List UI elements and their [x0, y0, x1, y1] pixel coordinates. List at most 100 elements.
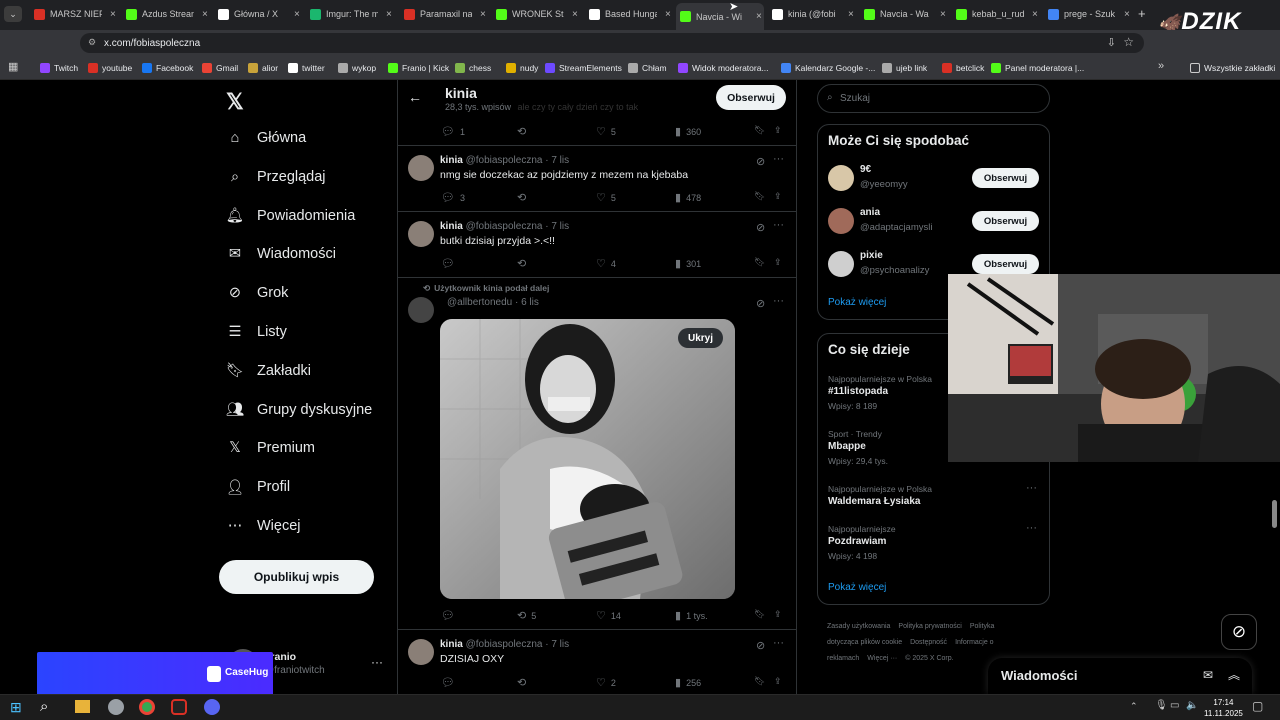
sidebar-item-powiadomienia[interactable]: 🔔︎ Powiadomienia — [226, 203, 356, 229]
browser-tab[interactable]: Azdus Stream × — [122, 4, 210, 24]
windows-start-icon[interactable]: ⊞ — [10, 699, 22, 716]
bookmark-item[interactable]: ujeb link — [882, 61, 927, 75]
sidebar-item-profil[interactable]: 👤︎ Profil — [226, 474, 290, 500]
share-icon[interactable]: ⇪ — [774, 257, 782, 268]
browser-tab[interactable]: kebab_u_rud × — [952, 4, 1040, 24]
back-arrow-icon[interactable]: ← — [408, 89, 422, 105]
post-button[interactable]: Opublikuj wpis — [219, 560, 374, 594]
notifications-icon[interactable]: ▢ — [1252, 699, 1263, 713]
bookmark-item[interactable]: StreamElements — [545, 61, 622, 75]
trend-more-icon[interactable]: ··· — [1026, 482, 1037, 494]
tweet-avatar[interactable] — [408, 221, 434, 247]
like-button[interactable]: ♡ 14 — [596, 609, 621, 622]
new-message-icon[interactable]: ✉ — [1203, 668, 1213, 682]
suggestion-name[interactable]: 9€ — [860, 164, 871, 175]
sidebar-item-zakładki[interactable]: 🔖︎ Zakładki — [226, 358, 311, 384]
search-input[interactable]: ⌕ Szukaj — [817, 84, 1050, 113]
suggestion-avatar[interactable] — [828, 251, 854, 277]
like-button[interactable]: ♡ 5 — [596, 191, 616, 204]
bookmark-icon[interactable]: 🔖︎ — [754, 125, 765, 136]
repost-button[interactable]: ⟲ — [517, 676, 531, 689]
sidebar-item-wiadomości[interactable]: ✉ Wiadomości — [227, 241, 336, 267]
repost-button[interactable]: ⟲ 5 — [517, 609, 536, 622]
views-button[interactable]: ▮ 1 tys. — [675, 609, 708, 622]
reply-button[interactable]: 💬︎ — [441, 676, 460, 689]
install-app-icon[interactable]: ⇩ — [1107, 36, 1116, 49]
more-bookmarks-icon[interactable]: » — [1158, 60, 1164, 72]
mic-icon[interactable]: 🎙 — [1155, 700, 1168, 711]
browser-tab[interactable]: Imgur: The magic × — [306, 4, 394, 24]
sidebar-item-premium[interactable]: 𝕏 Premium — [227, 435, 315, 461]
sidebar-item-więcej[interactable]: ⋯ Więcej — [227, 513, 301, 539]
bookmark-item[interactable]: youtube — [88, 61, 132, 75]
scrollbar-thumb[interactable] — [1272, 500, 1277, 528]
tab-search-button[interactable]: ⌄ — [4, 6, 22, 22]
grok-icon[interactable]: ⊘ — [756, 297, 765, 310]
bookmark-item[interactable]: Gmail — [202, 61, 238, 75]
sidebar-item-główna[interactable]: ⌂ Główna — [227, 125, 307, 151]
suggestion-name[interactable]: pixie — [860, 250, 883, 261]
close-tab-icon[interactable]: × — [386, 9, 392, 20]
trend-name[interactable]: Waldemara Łysiaka — [828, 496, 920, 507]
trend-name[interactable]: #11listopada — [828, 386, 888, 397]
browser-tab[interactable]: Paramaxil na × — [400, 4, 488, 24]
chrome-icon[interactable] — [139, 699, 155, 715]
share-icon[interactable]: ⇪ — [774, 609, 782, 620]
bookmark-icon[interactable]: 🔖︎ — [754, 191, 765, 202]
all-bookmarks[interactable]: Wszystkie zakładki — [1190, 61, 1275, 75]
more-icon[interactable]: ··· — [773, 637, 784, 649]
bookmark-item[interactable]: wykop — [338, 61, 376, 75]
file-explorer-icon[interactable] — [75, 700, 90, 713]
bookmark-item[interactable]: betclick — [942, 61, 984, 75]
share-icon[interactable]: ⇪ — [774, 191, 782, 202]
trend-name[interactable]: Pozdrawiam — [828, 536, 886, 547]
browser-tab[interactable]: Główna / X × — [214, 4, 302, 24]
tweet-avatar[interactable] — [408, 297, 434, 323]
like-button[interactable]: ♡ 5 — [596, 125, 616, 138]
like-button[interactable]: ♡ 4 — [596, 257, 616, 270]
follow-button[interactable]: Obserwuj — [972, 254, 1039, 274]
footer-link[interactable]: © 2025 X Corp. — [905, 655, 953, 662]
repost-button[interactable]: ⟲ — [517, 125, 531, 138]
close-tab-icon[interactable]: × — [572, 9, 578, 20]
follow-button[interactable]: Obserwuj — [972, 168, 1039, 188]
browser-tab[interactable]: Navcia - Wa × — [860, 4, 948, 24]
bookmark-item[interactable]: Facebook — [142, 61, 193, 75]
show-more-link[interactable]: Pokaż więcej — [828, 297, 886, 308]
messages-drawer[interactable]: Wiadomości ✉ ︽ — [988, 658, 1252, 694]
discord-icon[interactable] — [204, 699, 220, 715]
sidebar-item-przeglądaj[interactable]: ⌕ Przeglądaj — [227, 164, 326, 190]
close-tab-icon[interactable]: × — [665, 9, 671, 20]
bookmark-item[interactable]: Franio | Kick — [388, 61, 449, 75]
close-tab-icon[interactable]: × — [294, 9, 300, 20]
bookmark-item[interactable]: nudy — [506, 61, 538, 75]
more-icon[interactable]: ··· — [773, 153, 784, 165]
views-button[interactable]: ▮ 256 — [675, 676, 701, 689]
browser-tab[interactable]: Navcia - Wi × — [676, 3, 764, 30]
footer-link[interactable]: Więcej ··· — [867, 655, 897, 662]
repost-button[interactable]: ⟲ — [517, 191, 531, 204]
browser-tab[interactable]: WRONEK Stream × — [492, 4, 580, 24]
x-logo-icon[interactable]: 𝕏 — [226, 89, 244, 115]
expand-icon[interactable]: ︽ — [1228, 666, 1240, 683]
footer-link[interactable]: Dostępność — [910, 639, 947, 646]
suggestion-avatar[interactable] — [828, 165, 854, 191]
follow-button[interactable]: Obserwuj — [972, 211, 1039, 231]
apps-grid-icon[interactable]: ▦ — [8, 60, 18, 73]
volume-icon[interactable]: 🔈 — [1186, 700, 1198, 711]
grok-icon[interactable]: ⊘ — [756, 155, 765, 168]
bookmark-item[interactable]: Panel moderatora |... — [991, 61, 1084, 75]
new-tab-button[interactable]: + — [1138, 6, 1146, 21]
bookmark-icon[interactable]: 🔖︎ — [754, 676, 765, 687]
grok-floating-button[interactable]: ⊘ — [1221, 614, 1257, 650]
close-tab-icon[interactable]: × — [110, 9, 116, 20]
footer-link[interactable]: Zasady użytkowania — [827, 623, 890, 630]
browser-tab[interactable]: Based Hungary × — [585, 4, 673, 24]
grok-icon[interactable]: ⊘ — [756, 639, 765, 652]
views-button[interactable]: ▮ 478 — [675, 191, 701, 204]
tray-chevron-icon[interactable]: ⌃ — [1130, 701, 1138, 712]
hide-button[interactable]: Ukryj — [678, 328, 723, 348]
network-icon[interactable]: ▭ — [1170, 700, 1179, 711]
tweet-avatar[interactable] — [408, 639, 434, 665]
browser-tab[interactable]: MARSZ NIEPODLEGŁOŚCI × — [30, 4, 118, 24]
